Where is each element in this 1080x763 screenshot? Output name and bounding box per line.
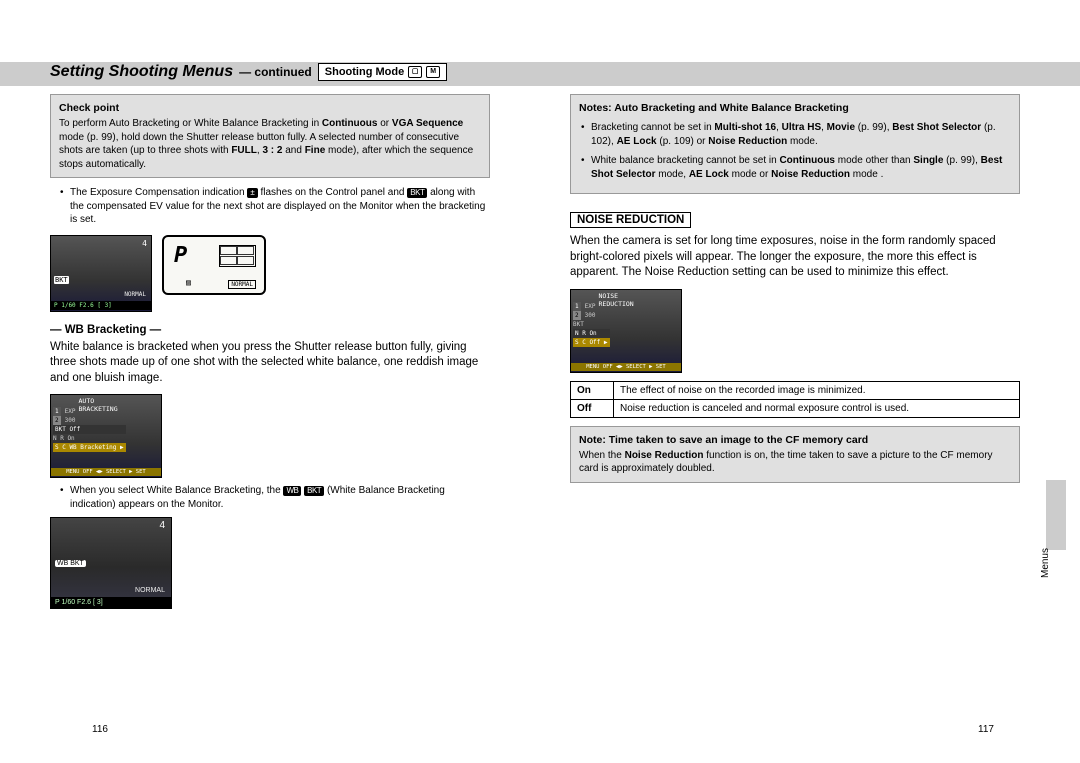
right-page: Notes: Auto Bracketing and White Balance…	[540, 0, 1080, 763]
lcd-ev-flash-icon: ▨	[186, 278, 191, 287]
monitor-count: 4	[142, 239, 147, 248]
monitor2-count: 4	[159, 520, 165, 531]
lcd-mode-p: P	[174, 243, 187, 268]
bkt-badge: BKT	[54, 276, 69, 284]
noise-reduction-menu: NOISE REDUCTION 1EXP 2300 BKT N R On S C…	[570, 289, 682, 373]
menu-footer: MENU OFF ◀▶ SELECT ▶ SET	[51, 468, 161, 476]
shooting-mode-label: Shooting Mode	[325, 66, 404, 78]
left-page: Setting Shooting Menus — continued Shoot…	[0, 0, 540, 763]
m-mode-icon: M	[426, 66, 440, 78]
auto-bracketing-menu: AUTO BRACKETING 1EXP 2300 BKT Off N R On…	[50, 394, 162, 478]
checkpoint-box: Check point To perform Auto Bracketing o…	[50, 94, 490, 178]
checkpoint-body: To perform Auto Bracketing or White Bala…	[59, 117, 481, 171]
display-preview-row: 4 BKT NORMAL P 1/60 F2.6 [ 3] P ▨ NORMAL	[50, 235, 490, 312]
noise-reduction-title: NOISE REDUCTION	[570, 212, 691, 228]
page-number-left: 116	[92, 724, 108, 735]
nr-menu-rows: 1EXP 2300 BKT N R On S C Off ▶	[573, 302, 610, 347]
table-row: Off Noise reduction is canceled and norm…	[571, 399, 1020, 417]
notes-bullet-2: White balance bracketing cannot be set i…	[579, 154, 1011, 181]
monitor-preview-1: 4 BKT NORMAL P 1/60 F2.6 [ 3]	[50, 235, 152, 312]
noise-reduction-body: When the camera is set for long time exp…	[570, 234, 1020, 281]
side-tab	[1046, 480, 1066, 550]
table-row: On The effect of noise on the recorded i…	[571, 381, 1020, 399]
notes-title: Notes: Auto Bracketing and White Balance…	[579, 101, 1011, 115]
page-number-right: 117	[978, 724, 994, 735]
monitor-statusbar: P 1/60 F2.6 [ 3]	[51, 301, 151, 310]
exposure-note: The Exposure Compensation indication ± f…	[50, 186, 490, 227]
header-continued: — continued	[239, 65, 312, 79]
side-tab-label: Menus	[1040, 548, 1051, 578]
menu-rows: 1EXP 2300 BKT Off N R On S C WB Bracketi…	[53, 407, 126, 452]
page-spread: Setting Shooting Menus — continued Shoot…	[0, 0, 1080, 763]
cf-note-title: Note: Time taken to save an image to the…	[579, 433, 1011, 447]
wb-bracketing-title: — WB Bracketing —	[50, 324, 490, 336]
notes-bullet-1: Bracketing cannot be set in Multi-shot 1…	[579, 121, 1011, 148]
monitor-preview-2: 4 WB BKT NORMAL P 1/60 F2.6 [ 3]	[50, 517, 172, 609]
noise-reduction-section: NOISE REDUCTION	[570, 210, 1020, 232]
nr-menu-footer: MENU OFF ◀▶ SELECT ▶ SET	[571, 363, 681, 371]
lcd-af-boxes-icon	[219, 245, 256, 267]
shooting-mode-box: Shooting Mode ▢ M	[318, 63, 447, 81]
bkt-icon: BKT	[407, 188, 427, 198]
ev-icon: ±	[247, 188, 257, 198]
wb-icon: WB	[283, 486, 301, 496]
monitor-normal: NORMAL	[124, 291, 146, 298]
cf-note-box: Note: Time taken to save an image to the…	[570, 426, 1020, 483]
wb-select-note: When you select White Balance Bracketing…	[50, 484, 490, 511]
monitor2-normal: NORMAL	[135, 587, 165, 594]
lcd-normal-badge: NORMAL	[228, 280, 256, 289]
opt-off-desc: Noise reduction is canceled and normal e…	[614, 399, 1020, 417]
header-title: Setting Shooting Menus	[50, 63, 233, 81]
monitor2-statusbar: P 1/60 F2.6 [ 3]	[51, 597, 171, 608]
page-header: Setting Shooting Menus — continued Shoot…	[50, 60, 490, 84]
opt-on-desc: The effect of noise on the recorded imag…	[614, 381, 1020, 399]
noise-reduction-table: On The effect of noise on the recorded i…	[570, 381, 1020, 418]
cf-note-body: When the Noise Reduction function is on,…	[579, 449, 1011, 476]
header-spacer	[570, 60, 1020, 84]
wb-bkt-badge: WB BKT	[55, 560, 86, 567]
checkpoint-title: Check point	[59, 101, 481, 115]
opt-on-label: On	[571, 381, 614, 399]
control-panel-preview: P ▨ NORMAL	[162, 235, 266, 295]
bkt-icon-2: BKT	[304, 486, 324, 496]
opt-off-label: Off	[571, 399, 614, 417]
camera-icon: ▢	[408, 66, 422, 78]
notes-box: Notes: Auto Bracketing and White Balance…	[570, 94, 1020, 194]
wb-bracketing-body: White balance is bracketed when you pres…	[50, 340, 490, 387]
